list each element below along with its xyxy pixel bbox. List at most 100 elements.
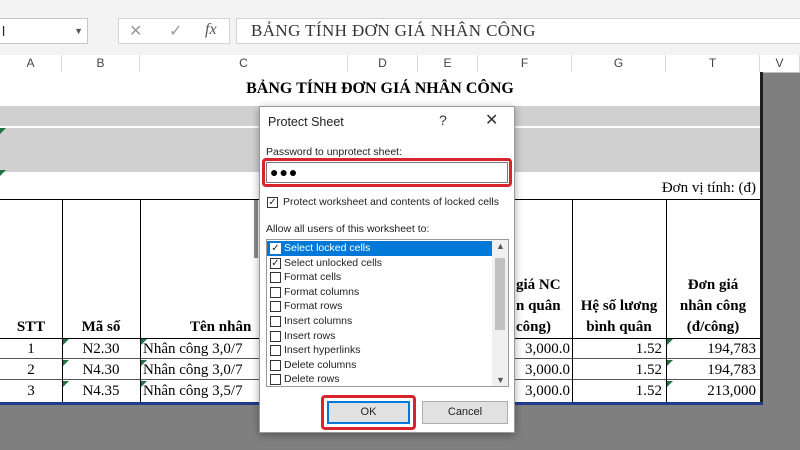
column-header-e[interactable]: E bbox=[418, 55, 478, 72]
cell-don-gia[interactable]: 213,000 bbox=[666, 383, 756, 400]
option-checkbox[interactable] bbox=[270, 301, 281, 313]
scrollbar-thumb[interactable] bbox=[495, 258, 505, 330]
protect-contents-checkbox[interactable]: ✓ bbox=[267, 197, 278, 208]
header-ma-so: Mã số bbox=[81, 319, 121, 335]
ok-button[interactable]: OK bbox=[327, 401, 410, 424]
sheet-right-border bbox=[760, 72, 763, 404]
header-gia-3: công) bbox=[516, 319, 551, 335]
formula-tools: ✕ ✓ fx bbox=[118, 18, 230, 44]
help-icon[interactable]: ? bbox=[439, 112, 447, 128]
cell-marker bbox=[0, 128, 6, 134]
cell-gia[interactable]: 3,000.0 bbox=[514, 341, 570, 358]
sheet-title: BẢNG TÍNH ĐƠN GIÁ NHÂN CÔNG bbox=[246, 80, 514, 97]
option-label: Delete rows bbox=[284, 373, 340, 386]
cell-don-gia[interactable]: 194,783 bbox=[666, 362, 756, 379]
allow-users-label: Allow all users of this worksheet to: bbox=[266, 223, 430, 235]
header-he-so-2: bình quân bbox=[586, 319, 652, 335]
header-don-gia-1: Đơn giá bbox=[687, 277, 739, 293]
enter-icon[interactable]: ✓ bbox=[169, 21, 182, 41]
option-label: Select locked cells bbox=[284, 242, 371, 254]
list-item[interactable]: Format cells bbox=[267, 270, 492, 285]
dialog-title: Protect Sheet bbox=[268, 115, 344, 129]
option-label: Format cells bbox=[284, 271, 342, 284]
chevron-down-icon[interactable]: ▼ bbox=[74, 19, 83, 43]
list-item[interactable]: Format columns bbox=[267, 285, 492, 300]
name-box[interactable]: l ▼ bbox=[0, 18, 88, 44]
name-box-value: l bbox=[2, 23, 6, 39]
header-don-gia-2: nhân công bbox=[679, 298, 747, 314]
header-gia-1: giá NC bbox=[516, 277, 561, 293]
column-header-g[interactable]: G bbox=[572, 55, 666, 72]
column-headers: A B C D E F G T V bbox=[0, 55, 800, 73]
list-item[interactable]: Insert hyperlinks bbox=[267, 343, 492, 358]
cell-ma-so[interactable]: N4.30 bbox=[62, 362, 140, 379]
list-item[interactable]: Insert rows bbox=[267, 329, 492, 344]
header-ten: Tên nhân bbox=[190, 319, 252, 335]
option-checkbox[interactable] bbox=[270, 286, 281, 298]
option-label: Format rows bbox=[284, 300, 343, 313]
protect-contents-label: Protect worksheet and contents of locked… bbox=[283, 196, 499, 208]
list-item[interactable]: ✓ Select locked cells bbox=[267, 241, 492, 256]
unit-label: Đơn vị tính: (đ) bbox=[661, 180, 756, 196]
list-scrollbar[interactable]: ▲ ▼ bbox=[492, 240, 508, 386]
protect-sheet-dialog: Protect Sheet ? ✕ Password to unprotect … bbox=[259, 106, 515, 433]
password-label: Password to unprotect sheet: bbox=[266, 146, 402, 158]
option-checkbox[interactable] bbox=[270, 272, 281, 284]
cell-ten[interactable]: Nhân công 3,0/7 bbox=[143, 362, 261, 379]
cell-gia[interactable]: 3,000.0 bbox=[514, 383, 570, 400]
column-header-f[interactable]: F bbox=[478, 55, 572, 72]
column-header-t[interactable]: T bbox=[666, 55, 760, 72]
option-label: Insert hyperlinks bbox=[284, 344, 361, 357]
cell-ten[interactable]: Nhân công 3,5/7 bbox=[143, 383, 261, 400]
insert-function-icon[interactable]: fx bbox=[205, 21, 217, 39]
column-header-b[interactable]: B bbox=[62, 55, 140, 72]
list-item[interactable]: Delete rows bbox=[267, 372, 492, 386]
list-item[interactable]: Format rows bbox=[267, 299, 492, 314]
header-stt: STT bbox=[16, 319, 46, 335]
column-header-d[interactable]: D bbox=[348, 55, 418, 72]
chevron-down-icon[interactable]: ▼ bbox=[496, 375, 505, 385]
password-field[interactable]: ●●● bbox=[266, 162, 508, 183]
list-item[interactable]: Delete columns bbox=[267, 358, 492, 373]
list-item[interactable]: Insert columns bbox=[267, 314, 492, 329]
cancel-icon[interactable]: ✕ bbox=[129, 21, 142, 41]
cell-marker bbox=[0, 170, 6, 176]
cell-gia[interactable]: 3,000.0 bbox=[514, 362, 570, 379]
cell-ma-so[interactable]: N4.35 bbox=[62, 383, 140, 400]
column-header-c[interactable]: C bbox=[140, 55, 348, 72]
column-header-v[interactable]: V bbox=[760, 55, 800, 72]
option-label: Insert columns bbox=[284, 315, 353, 327]
cell-don-gia[interactable]: 194,783 bbox=[666, 341, 756, 358]
formula-input[interactable]: BẢNG TÍNH ĐƠN GIÁ NHÂN CÔNG bbox=[236, 18, 800, 44]
option-checkbox[interactable] bbox=[270, 374, 281, 386]
cell-he-so[interactable]: 1.52 bbox=[572, 341, 662, 358]
column-shadow bbox=[254, 200, 258, 258]
header-gia-2: n quân bbox=[516, 298, 561, 314]
option-checkbox[interactable]: ✓ bbox=[270, 243, 281, 254]
chevron-up-icon[interactable]: ▲ bbox=[496, 241, 505, 251]
column-header-a[interactable]: A bbox=[0, 55, 62, 72]
grid-line bbox=[140, 199, 141, 404]
option-checkbox[interactable] bbox=[270, 359, 281, 371]
option-checkbox[interactable] bbox=[270, 330, 281, 342]
header-don-gia-3: (đ/công) bbox=[686, 319, 740, 335]
cell-stt[interactable]: 3 bbox=[0, 383, 62, 400]
list-item[interactable]: ✓ Select unlocked cells bbox=[267, 256, 492, 271]
cancel-button[interactable]: Cancel bbox=[422, 401, 508, 424]
cell-ten[interactable]: Nhân công 3,0/7 bbox=[143, 341, 261, 358]
option-label: Delete columns bbox=[284, 358, 357, 371]
cell-he-so[interactable]: 1.52 bbox=[572, 383, 662, 400]
permissions-list[interactable]: ✓ Select locked cells ✓ Select unlocked … bbox=[266, 239, 509, 387]
cell-ma-so[interactable]: N2.30 bbox=[62, 341, 140, 358]
cell-stt[interactable]: 2 bbox=[0, 362, 62, 379]
option-checkbox[interactable] bbox=[270, 316, 281, 327]
close-icon[interactable]: ✕ bbox=[485, 110, 498, 130]
option-checkbox[interactable] bbox=[270, 345, 281, 357]
cell-he-so[interactable]: 1.52 bbox=[572, 362, 662, 379]
option-label: Select unlocked cells bbox=[284, 256, 383, 269]
option-checkbox[interactable]: ✓ bbox=[270, 257, 281, 269]
formula-bar: l ▼ ✕ ✓ fx BẢNG TÍNH ĐƠN GIÁ NHÂN CÔNG bbox=[0, 0, 800, 55]
cell-stt[interactable]: 1 bbox=[0, 341, 62, 358]
option-label: Insert rows bbox=[284, 329, 336, 342]
option-label: Format columns bbox=[284, 285, 360, 298]
